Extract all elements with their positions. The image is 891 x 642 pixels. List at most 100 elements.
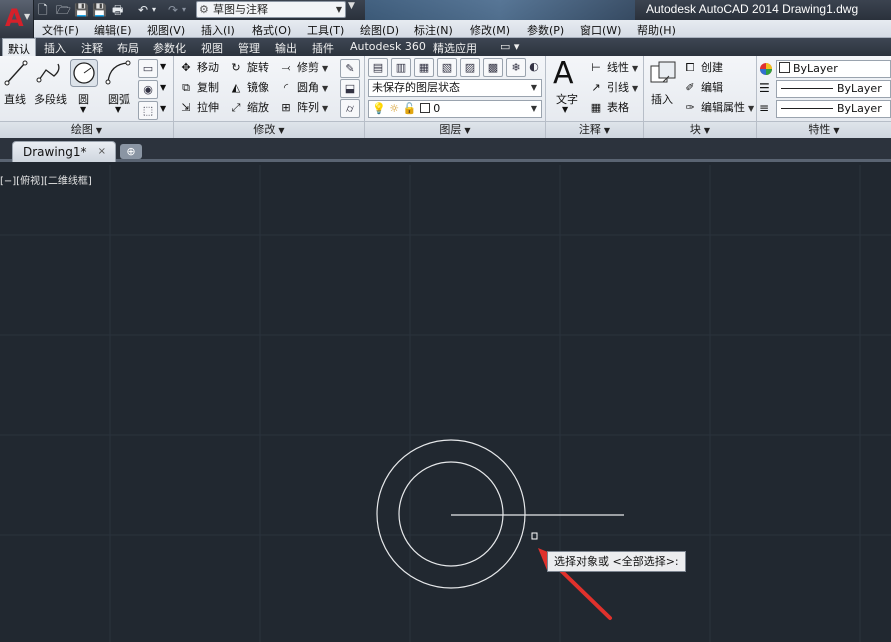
panel-draw-title[interactable]: 绘图 ▼ (0, 121, 173, 138)
layer-properties-icon[interactable]: ▤ (368, 58, 388, 77)
menu-parametric[interactable]: 参数(P) (527, 22, 564, 38)
chevron-down-icon[interactable]: ▼ (322, 104, 328, 113)
chevron-down-icon[interactable]: ▼ (322, 64, 328, 73)
tab-parametric[interactable]: 参数化 (153, 40, 186, 56)
new-drawing-tab-button[interactable]: ⊕ (120, 144, 142, 159)
explode-icon[interactable]: ⬓ (340, 79, 360, 98)
layer-off-icon[interactable]: ◐ (524, 58, 544, 77)
erase-icon[interactable]: ✎ (340, 59, 360, 78)
application-menu-button[interactable]: A ▼ (0, 0, 34, 40)
tab-plugins[interactable]: 插件 (312, 40, 334, 56)
tab-drawing1[interactable]: Drawing1* × (12, 141, 116, 162)
tab-output[interactable]: 输出 (275, 40, 297, 56)
lineweight-icon[interactable]: ☰ (759, 81, 773, 95)
panel-annotation-title[interactable]: 注释 ▼ (546, 121, 643, 138)
table-button[interactable]: ▦ 表格 (588, 99, 629, 117)
tab-view[interactable]: 视图 (201, 40, 223, 56)
lineweight-dropdown[interactable]: ByLayer (776, 80, 891, 98)
layer-isolate-icon[interactable]: ▨ (460, 58, 480, 77)
scale-button[interactable]: ⤢ 缩放 (228, 99, 269, 117)
menu-window[interactable]: 窗口(W) (580, 22, 621, 38)
panel-layers-title[interactable]: 图层 ▼ (365, 121, 545, 138)
menu-draw[interactable]: 绘图(D) (360, 22, 399, 38)
rectangle-icon[interactable]: ▭ (138, 59, 158, 78)
layer-state-dropdown[interactable]: 未保存的图层状态 ▼ (368, 79, 542, 97)
chevron-down-icon[interactable]: ▼ (115, 105, 121, 114)
menu-view[interactable]: 视图(V) (147, 22, 185, 38)
tab-annotate[interactable]: 注释 (81, 40, 103, 56)
layer-previous-icon[interactable]: ▧ (437, 58, 457, 77)
insert-label[interactable]: 插入 (651, 91, 673, 107)
drawing-canvas[interactable]: [−][俯视][二维线框] 选择对象或 <全部选择>: (0, 165, 891, 642)
plot-icon[interactable]: 🖶 (112, 2, 123, 18)
chevron-down-icon[interactable]: ▼ (748, 104, 754, 113)
layer-freeze-icon[interactable]: ❄ (506, 58, 526, 77)
array-button[interactable]: ⊞ 阵列 ▼ (278, 99, 328, 117)
redo-icon[interactable]: ↷ (168, 2, 178, 18)
viewport-controls-label[interactable]: [−][俯视][二维线框] (0, 172, 92, 187)
menu-format[interactable]: 格式(O) (252, 22, 291, 38)
chevron-down-icon[interactable]: ▼ (562, 105, 568, 114)
color-dropdown[interactable]: ByLayer (776, 60, 891, 78)
arc-icon[interactable] (104, 60, 132, 86)
panel-properties-title[interactable]: 特性 ▼ (757, 121, 891, 138)
tab-featured-apps[interactable]: 精选应用 (433, 40, 477, 56)
boundary-icon[interactable]: ⬚ (138, 101, 158, 120)
panel-modify-title[interactable]: 修改 ▼ (174, 121, 364, 138)
chevron-down-icon[interactable]: ▼ (160, 104, 166, 113)
chevron-down-icon[interactable]: ▼ (80, 105, 86, 114)
linear-dimension-button[interactable]: ⊢ 线性 ▼ (588, 59, 638, 77)
save-icon[interactable]: 💾 (74, 2, 89, 18)
redo-dropdown-icon[interactable]: ▾ (182, 2, 186, 18)
tab-autodesk-360[interactable]: Autodesk 360 (350, 40, 426, 53)
menu-dimension[interactable]: 标注(N) (414, 22, 453, 38)
rotate-button[interactable]: ↻ 旋转 (228, 59, 269, 77)
stretch-button[interactable]: ⇲ 拉伸 (178, 99, 219, 117)
offset-icon[interactable]: ⌭ (340, 99, 360, 118)
open-icon[interactable]: 🗁 (56, 2, 71, 18)
hatch-icon[interactable]: ◉ (138, 80, 158, 99)
mirror-button[interactable]: ◭ 镜像 (228, 79, 269, 97)
tab-default[interactable]: 默认 (2, 38, 36, 56)
trim-button[interactable]: ⤙ 修剪 ▼ (278, 59, 329, 77)
layer-match-icon[interactable]: ▦ (414, 58, 434, 77)
menu-modify[interactable]: 修改(M) (470, 22, 510, 38)
menu-file[interactable]: 文件(F) (42, 22, 79, 38)
close-icon[interactable]: × (98, 142, 106, 162)
move-button[interactable]: ✥ 移动 (178, 59, 219, 77)
text-icon[interactable]: A (553, 56, 574, 91)
chevron-down-icon[interactable]: ▼ (322, 84, 328, 93)
edit-block-button[interactable]: ✐ 编辑 (682, 79, 723, 97)
chevron-down-icon[interactable]: ▼ (160, 62, 166, 71)
chevron-down-icon[interactable]: ▼ (160, 83, 166, 92)
polyline-icon[interactable] (36, 60, 64, 86)
panel-block-title[interactable]: 块 ▼ (644, 121, 756, 138)
undo-dropdown-icon[interactable]: ▾ (152, 2, 156, 18)
layer-unisolate-icon[interactable]: ▩ (483, 58, 503, 77)
leader-button[interactable]: ↗ 引线 ▼ (588, 79, 638, 97)
fillet-button[interactable]: ◜ 圆角 ▼ (278, 79, 328, 97)
ribbon-display-toggle-icon[interactable]: ▭ ▾ (500, 40, 519, 53)
tab-manage[interactable]: 管理 (238, 40, 260, 56)
menu-edit[interactable]: 编辑(E) (94, 22, 132, 38)
edit-attributes-button[interactable]: ✑ 编辑属性 ▼ (682, 99, 754, 117)
linetype-icon[interactable]: ≡ (759, 101, 773, 115)
linetype-dropdown[interactable]: ByLayer (776, 100, 891, 118)
customize-quick-access-icon[interactable]: ▼ (348, 1, 360, 18)
workspace-selector[interactable]: ⚙ 草图与注释 ▼ (196, 1, 346, 18)
chevron-down-icon[interactable]: ▼ (632, 84, 638, 93)
line-icon[interactable] (4, 60, 28, 86)
line-label[interactable]: 直线 (4, 91, 26, 107)
layer-dropdown[interactable]: 💡 ☼ 🔓 0 ▼ (368, 100, 542, 118)
menu-tools[interactable]: 工具(T) (307, 22, 344, 38)
save-as-icon[interactable]: 💾 (92, 2, 107, 18)
undo-icon[interactable]: ↶ (138, 2, 148, 18)
new-icon[interactable]: 🗋 (38, 2, 48, 18)
insert-block-icon[interactable] (649, 60, 677, 88)
tab-layout[interactable]: 布局 (117, 40, 139, 56)
inner-circle[interactable] (398, 461, 504, 567)
color-wheel-icon[interactable] (759, 62, 773, 76)
menu-help[interactable]: 帮助(H) (637, 22, 676, 38)
layer-make-current-icon[interactable]: ▥ (391, 58, 411, 77)
chevron-down-icon[interactable]: ▼ (632, 64, 638, 73)
